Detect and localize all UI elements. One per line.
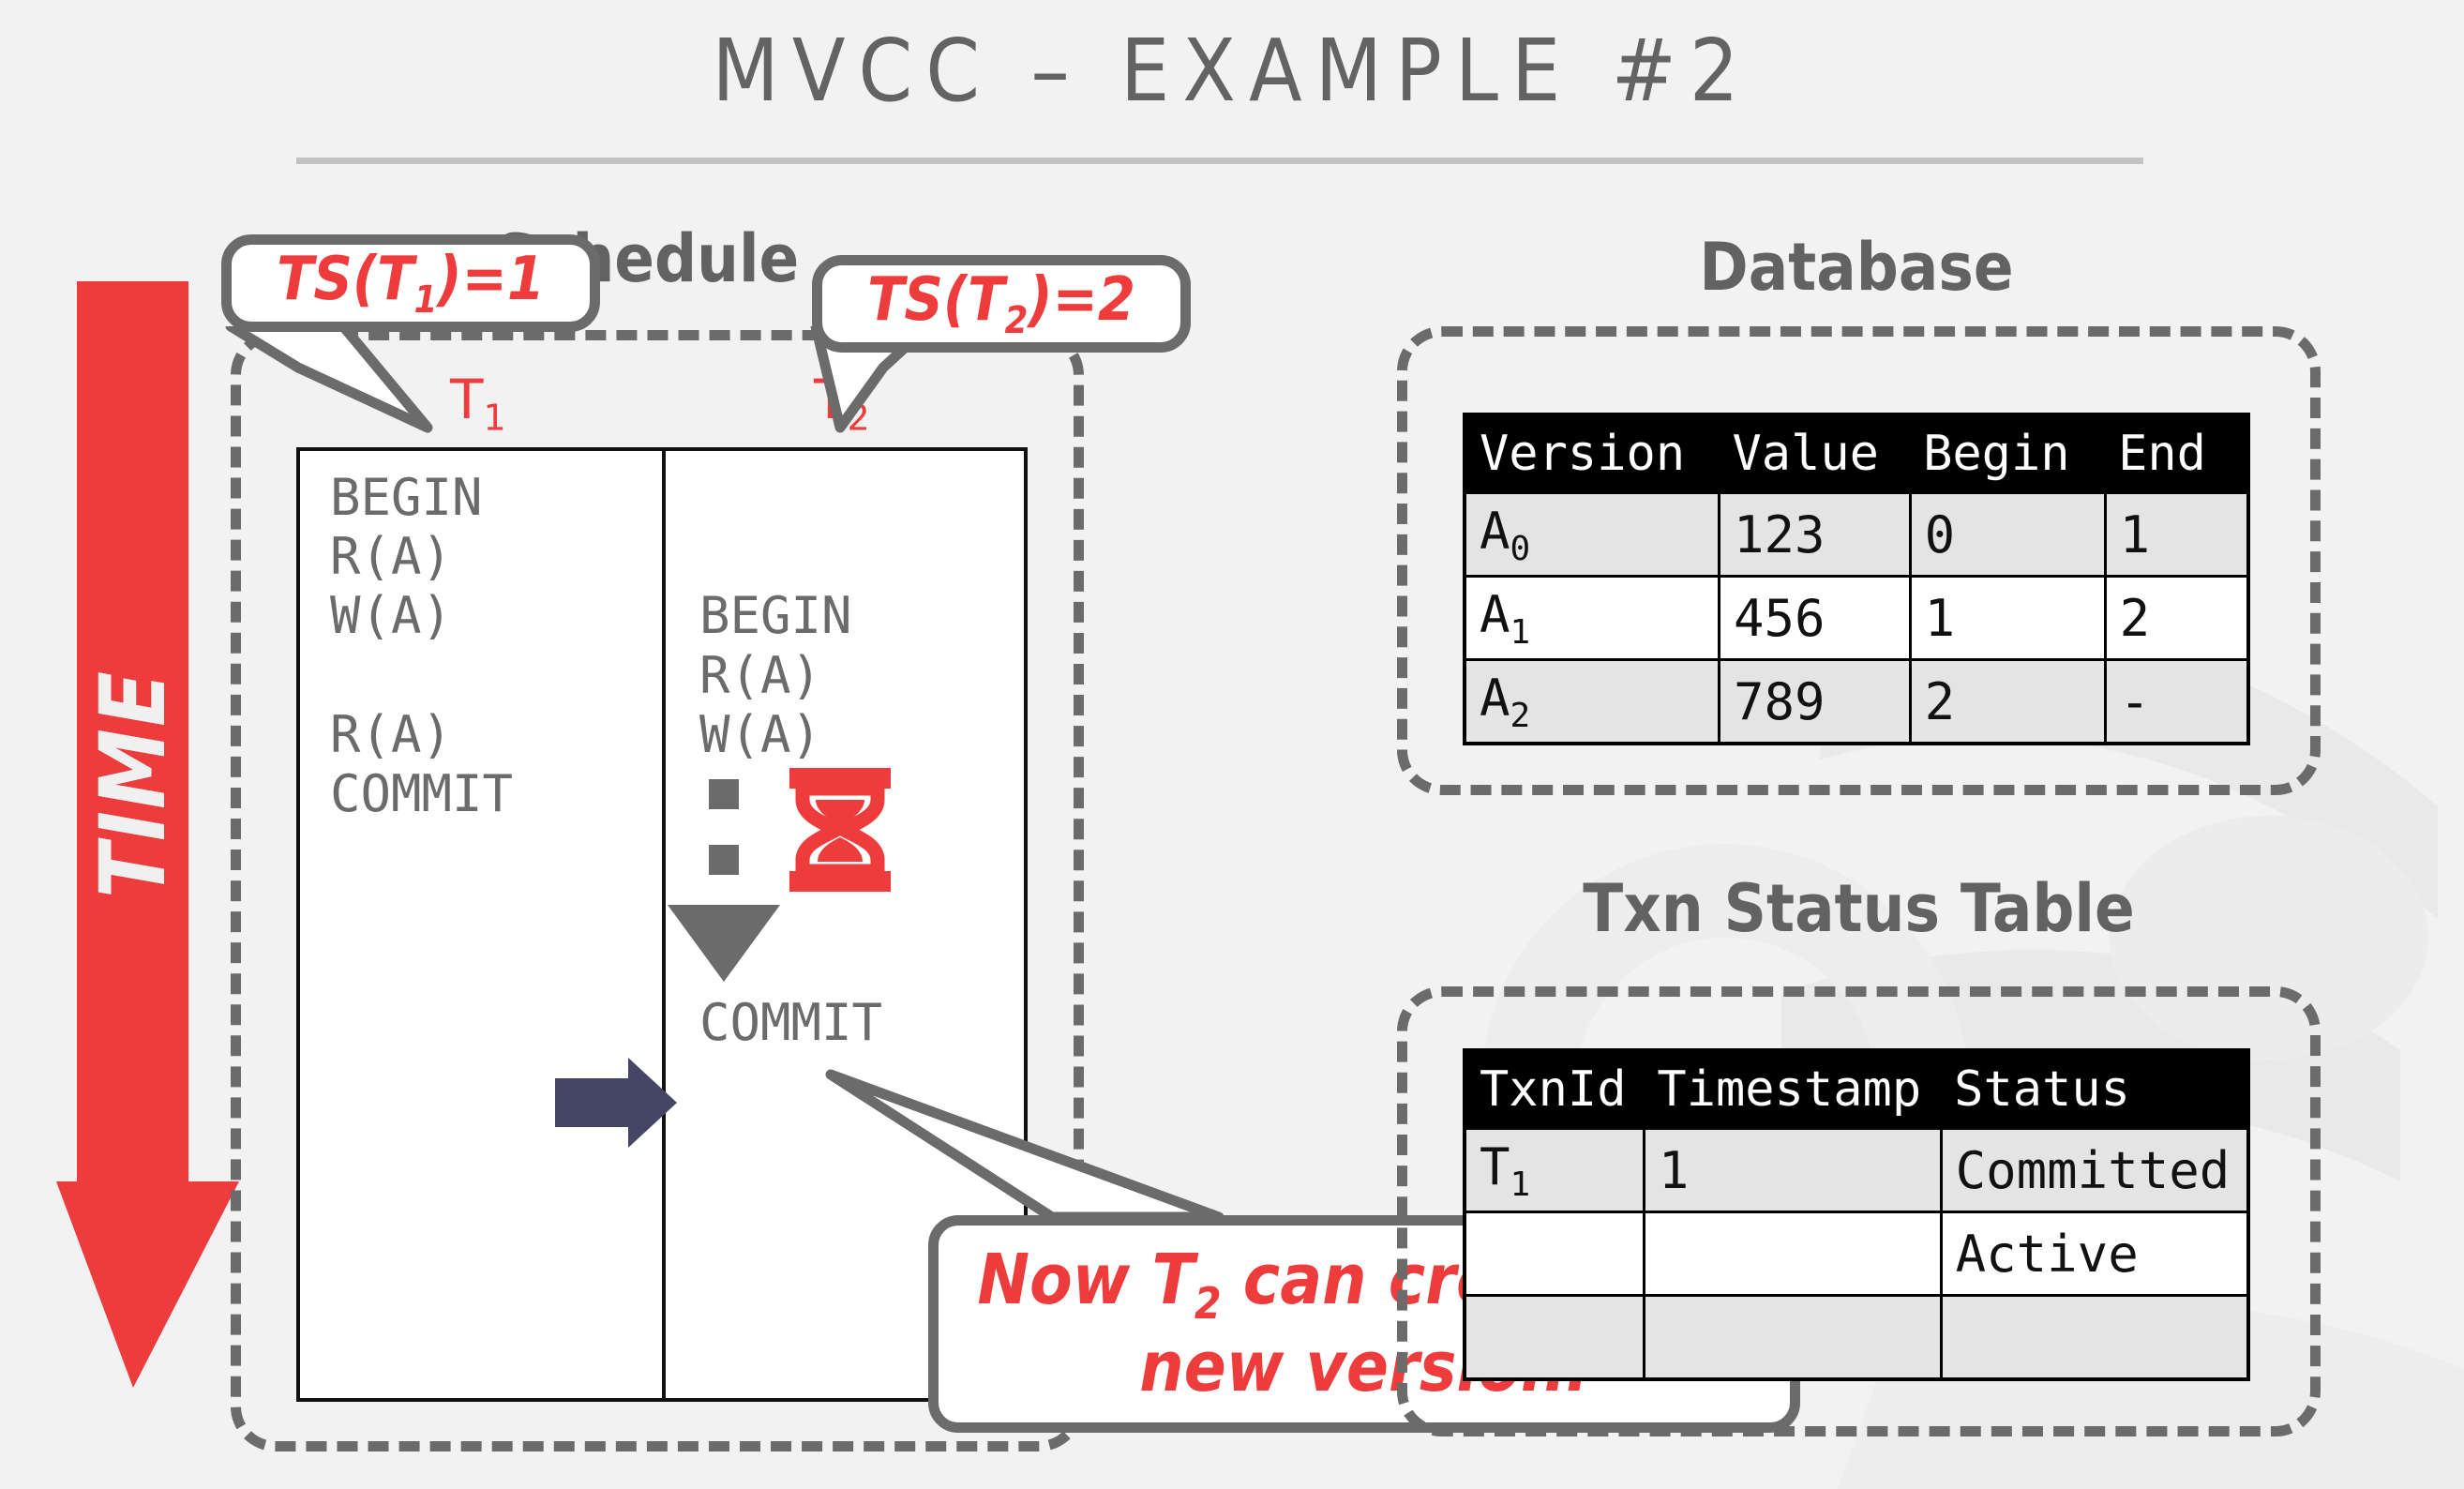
database-col-end: End <box>2105 414 2248 493</box>
page-title: MVCC – EXAMPLE #2 <box>712 21 1752 121</box>
db-cell-begin: 1 <box>1908 575 2107 661</box>
table-row: T1 1 Committed <box>1463 1127 2250 1213</box>
t1-op-write: W(A) <box>330 586 453 646</box>
database-table: Version Value Begin End A0 123 0 1 A1 45… <box>1463 413 2250 745</box>
txn-cell-id <box>1463 1211 1645 1297</box>
txn-cell-id <box>1463 1294 1645 1381</box>
txn-col-txnid: TxnId <box>1465 1050 1645 1129</box>
txn-cell-status: Active <box>1939 1211 2250 1297</box>
schedule-table: BEGIN R(A) W(A) R(A) COMMIT BEGIN R(A) W… <box>296 447 1028 1402</box>
dashed-down-arrow-icon <box>668 904 780 982</box>
database-heading: Database <box>1699 229 2014 306</box>
table-row <box>1463 1294 2250 1381</box>
db-cell-end: - <box>2103 658 2250 745</box>
right-arrow-icon <box>555 1058 677 1152</box>
schedule-column-header-t2-letter: T <box>814 368 848 431</box>
ts-t1-callout: TS(T1)=1 <box>221 234 600 332</box>
table-row: A0 123 0 1 <box>1463 491 2250 578</box>
txn-cell-timestamp: 1 <box>1642 1127 1943 1213</box>
db-cell-end: 2 <box>2103 575 2250 661</box>
db-cell-begin: 0 <box>1908 491 2107 578</box>
t1-op-read-2: R(A) <box>330 704 453 764</box>
ts-t1-text: TS(T1)=1 <box>277 245 545 322</box>
ts-t2-text: TS(T2)=2 <box>867 265 1135 342</box>
table-row: A1 456 1 2 <box>1463 575 2250 661</box>
db-cell-version: A0 <box>1463 491 1720 578</box>
db-cell-version: A1 <box>1463 575 1720 661</box>
wait-dot-1 <box>709 778 739 809</box>
t2-op-commit: COMMIT <box>699 992 883 1052</box>
txn-col-timestamp: Timestamp <box>1644 1050 1942 1129</box>
hourglass-icon <box>786 767 894 904</box>
db-cell-begin: 2 <box>1908 658 2107 745</box>
txn-cell-status <box>1939 1294 2250 1381</box>
txn-cell-id: T1 <box>1463 1127 1645 1213</box>
t2-waiting-indicator <box>668 764 1024 999</box>
txn-status-heading: Txn Status Table <box>1583 870 2135 947</box>
txn-col-status: Status <box>1941 1050 2248 1129</box>
database-col-version: Version <box>1465 414 1720 493</box>
time-axis-arrow: TIME <box>56 281 239 1388</box>
t1-op-read-1: R(A) <box>330 527 453 587</box>
schedule-column-header-t2-sub: 2 <box>847 397 870 439</box>
db-cell-value: 456 <box>1717 575 1912 661</box>
txn-cell-timestamp <box>1642 1294 1943 1381</box>
schedule-column-header-t1-sub: 1 <box>483 397 506 439</box>
schedule-column-header-t1-letter: T <box>450 368 484 431</box>
t1-op-begin: BEGIN <box>330 468 483 527</box>
table-row: Active <box>1463 1211 2250 1297</box>
schedule-column-header-t1: T1 <box>450 368 506 439</box>
wait-dot-2 <box>709 844 739 875</box>
database-col-begin: Begin <box>1910 414 2106 493</box>
txn-status-header-row: TxnId Timestamp Status <box>1465 1050 2248 1129</box>
schedule-column-header-t2: T2 <box>814 368 870 439</box>
title-divider <box>296 158 2143 164</box>
txn-cell-timestamp <box>1642 1211 1943 1297</box>
t2-op-begin: BEGIN <box>699 586 852 646</box>
txn-status-table: TxnId Timestamp Status T1 1 Committed Ac… <box>1463 1048 2250 1381</box>
database-col-value: Value <box>1719 414 1911 493</box>
t2-op-write: W(A) <box>699 704 822 764</box>
slide-canvas: MVCC – EXAMPLE #2 TIME Schedule T1 T2 BE… <box>0 0 2464 1489</box>
t1-op-commit: COMMIT <box>330 763 514 823</box>
db-cell-version: A2 <box>1463 658 1720 745</box>
database-table-header-row: Version Value Begin End <box>1465 414 2248 493</box>
db-cell-end: 1 <box>2103 491 2250 578</box>
schedule-column-t1: BEGIN R(A) W(A) R(A) COMMIT <box>300 451 662 1398</box>
ts-t2-callout: TS(T2)=2 <box>812 255 1191 353</box>
db-cell-value: 123 <box>1717 491 1912 578</box>
txn-cell-status: Committed <box>1939 1127 2250 1213</box>
table-row: A2 789 2 - <box>1463 658 2250 745</box>
t2-op-read: R(A) <box>699 645 822 705</box>
db-cell-value: 789 <box>1717 658 1912 745</box>
